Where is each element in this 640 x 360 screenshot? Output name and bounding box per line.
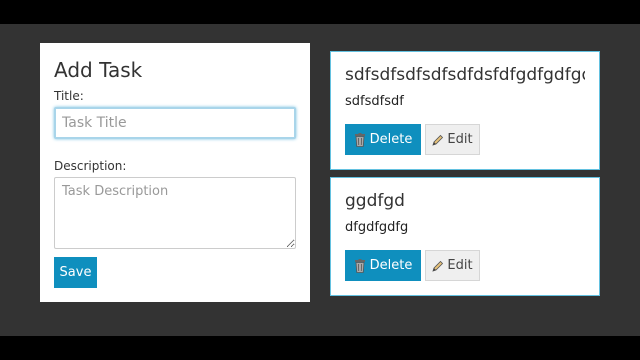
task-title: sdfsdfsdfsdfsdfdsfdfgdfgdfgdfg [345, 65, 585, 85]
edit-button[interactable]: Edit [425, 124, 480, 155]
task-title-input[interactable] [54, 107, 296, 139]
task-card: sdfsdfsdfsdfsdfdsfdfgdfgdfgdfg sdfsdfsdf… [330, 51, 600, 170]
pencil-icon [432, 260, 444, 272]
pencil-icon [432, 134, 444, 146]
app-stage: Add Task Title: Description: Save sdfsdf… [0, 24, 640, 336]
form-heading: Add Task [54, 58, 143, 82]
task-actions: Delete Edit [345, 124, 480, 155]
title-label: Title: [54, 89, 84, 103]
trash-icon [354, 258, 366, 273]
task-description-input[interactable] [54, 177, 296, 249]
description-label: Description: [54, 159, 127, 173]
task-description: sdfsdfsdf [345, 94, 404, 109]
task-title: ggdfgd [345, 191, 405, 211]
delete-button[interactable]: Delete [345, 250, 421, 281]
task-card: ggdfgd dfgdfgdfg Delete Edit [330, 177, 600, 296]
task-description: dfgdfgdfg [345, 220, 409, 235]
edit-label: Edit [447, 258, 473, 273]
edit-button[interactable]: Edit [425, 250, 480, 281]
delete-label: Delete [369, 258, 413, 273]
delete-button[interactable]: Delete [345, 124, 421, 155]
task-actions: Delete Edit [345, 250, 480, 281]
trash-icon [354, 132, 366, 147]
add-task-form: Add Task Title: Description: Save [40, 43, 310, 302]
edit-label: Edit [447, 132, 473, 147]
save-button[interactable]: Save [54, 257, 97, 288]
delete-label: Delete [369, 132, 413, 147]
